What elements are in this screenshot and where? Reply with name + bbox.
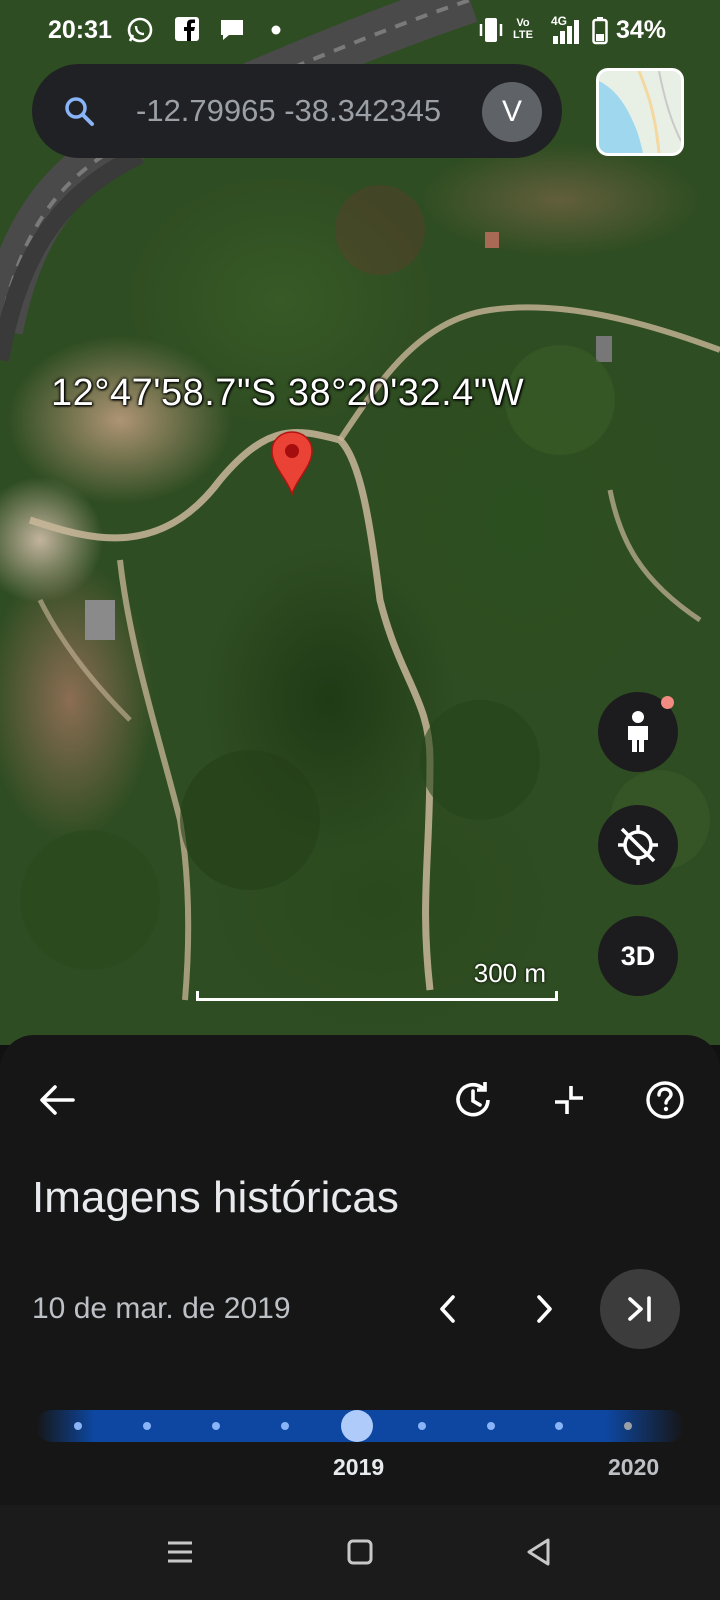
collapse-icon — [555, 1086, 583, 1114]
system-nav-bar — [0, 1505, 720, 1600]
vibrate-icon — [479, 18, 503, 42]
timeline-thumb[interactable] — [341, 1410, 373, 1442]
scale-line — [196, 991, 558, 1001]
skip-to-end-icon — [628, 1296, 651, 1322]
timeline-tick[interactable] — [74, 1422, 82, 1430]
search-input[interactable] — [136, 88, 482, 134]
next-date-button[interactable] — [522, 1287, 566, 1331]
avatar[interactable]: V — [482, 82, 542, 142]
search-bar[interactable]: V — [32, 64, 562, 158]
map-layers-button[interactable] — [596, 68, 684, 156]
dot-icon — [271, 25, 281, 35]
latest-imagery-button[interactable] — [600, 1269, 680, 1349]
timeline-year-current: 2019 — [333, 1454, 385, 1480]
signal-4g-icon — [553, 20, 579, 44]
status-time: 20:31 — [48, 16, 112, 44]
recent-apps-button[interactable] — [163, 1535, 197, 1569]
timeline-tick[interactable] — [212, 1422, 220, 1430]
street-view-button[interactable] — [598, 692, 678, 772]
timeline-tick[interactable] — [555, 1422, 563, 1430]
location-pin-icon[interactable] — [270, 430, 314, 496]
whatsapp-icon — [127, 17, 153, 43]
volte-icon: Vo LTE — [513, 17, 533, 41]
timeline-year-next: 2020 — [608, 1454, 660, 1480]
panel-title: Imagens históricas — [32, 1173, 399, 1222]
historical-imagery-panel: Imagens históricas 10 de mar. de 2019 20… — [0, 1035, 720, 1505]
home-button[interactable] — [343, 1535, 377, 1569]
back-nav-button[interactable] — [521, 1535, 555, 1569]
scale-label: 300 m — [473, 958, 546, 988]
timeline-tick[interactable] — [624, 1422, 632, 1430]
map-thumbnail-icon — [599, 71, 681, 153]
battery-percent: 34% — [616, 16, 667, 44]
my-location-button[interactable] — [598, 805, 678, 885]
back-button[interactable] — [32, 1075, 82, 1125]
history-button[interactable] — [448, 1075, 498, 1125]
arrow-back-icon — [40, 1085, 75, 1115]
timeline-tick[interactable] — [487, 1422, 495, 1430]
scale-bar: 300 m — [196, 958, 558, 1001]
facebook-icon — [175, 17, 199, 41]
3d-button[interactable]: 3D — [598, 916, 678, 996]
history-clock-icon — [456, 1082, 490, 1117]
status-bar: 20:31 Vo LTE 4G 34% — [0, 0, 720, 62]
timeline-tick[interactable] — [281, 1422, 289, 1430]
timeline-slider[interactable] — [36, 1410, 684, 1442]
notification-dot — [661, 696, 674, 709]
chat-bubble-icon — [221, 20, 243, 40]
help-icon — [646, 1081, 684, 1119]
timeline-tick[interactable] — [418, 1422, 426, 1430]
location-disabled-icon — [618, 825, 658, 865]
imagery-date: 10 de mar. de 2019 — [32, 1292, 291, 1325]
coordinates-label: 12°47'58.7"S 38°20'32.4"W — [51, 372, 525, 414]
previous-date-button[interactable] — [426, 1287, 470, 1331]
search-icon[interactable] — [62, 94, 96, 128]
collapse-button[interactable] — [544, 1075, 594, 1125]
timeline-tick[interactable] — [143, 1422, 151, 1430]
pegman-icon — [628, 711, 648, 752]
help-button[interactable] — [640, 1075, 690, 1125]
battery-icon — [592, 17, 608, 45]
